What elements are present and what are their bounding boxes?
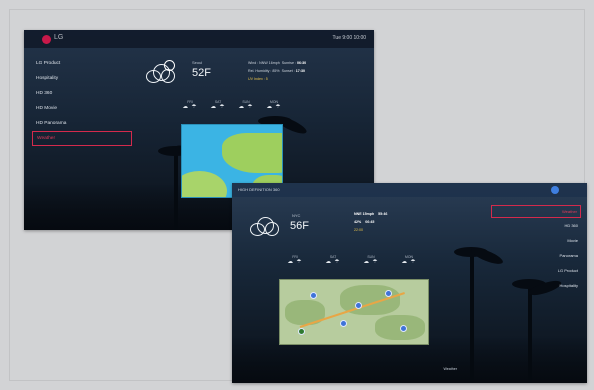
cloud-icon <box>250 216 280 236</box>
forecast-weather-icon: ☁ ☂ <box>287 259 303 265</box>
weather-detail-line-3: UV Index : 5 <box>248 77 268 81</box>
top-bar: LG Tue 9:00 10:00 <box>24 30 374 48</box>
menu-item-hospitality[interactable]: Hospitality <box>491 278 581 293</box>
screen-title: HIGH DEFINITION 360 <box>238 187 280 192</box>
side-menu: LG Product Hospitality HD 360 HD Movie H… <box>32 56 132 146</box>
brand-label: LG <box>54 34 64 41</box>
map-marker-icon[interactable] <box>385 290 392 297</box>
menu-item-hd-360[interactable]: HD 360 <box>32 86 132 101</box>
footer-label: Weather <box>443 367 457 371</box>
status-indicator-icon <box>551 186 559 194</box>
forecast-strip: FRI ☁ ☂ SAT ☁ ☂ SUN ☁ ☂ MON ☁ ☂ <box>176 100 288 110</box>
map-marker-icon[interactable] <box>310 292 317 299</box>
forecast-day: SUN ☁ ☂ <box>232 100 260 110</box>
forecast-weather-icon: ☁ ☂ <box>401 259 417 265</box>
palm-tree-icon <box>528 283 532 383</box>
current-temp: 56F <box>290 220 309 232</box>
current-temp: 52F <box>192 67 211 79</box>
menu-item-weather[interactable]: Weather <box>491 205 581 218</box>
menu-item-panorama[interactable]: Panorama <box>491 248 581 263</box>
city-name: Seoul <box>192 60 203 65</box>
forecast-day: FRI ☁ ☂ <box>276 255 314 265</box>
menu-item-weather[interactable]: Weather <box>32 131 132 146</box>
forecast-strip: FRI ☁ ☂ SAT ☁ ☂ SUN ☁ ☂ MON ☁ ☂ <box>276 255 428 265</box>
palm-tree-icon <box>174 150 178 230</box>
forecast-weather-icon: ☁ ☂ <box>210 104 226 110</box>
forecast-weather-icon: ☁ ☂ <box>266 104 282 110</box>
city-name: NYC <box>292 213 301 218</box>
side-menu: Weather HD 360 Movie Panorama LG Product… <box>491 205 581 293</box>
forecast-weather-icon: ☁ ☂ <box>325 259 341 265</box>
forecast-weather-icon: ☁ ☂ <box>363 259 379 265</box>
map-marker-icon[interactable] <box>400 325 407 332</box>
weather-detail-line-1: NNE 15mph 55:46 <box>354 212 388 216</box>
map-marker-icon[interactable] <box>340 320 347 327</box>
map-marker-icon[interactable] <box>298 328 305 335</box>
map-land <box>182 171 227 197</box>
weather-detail-line-3: 22:00 <box>354 228 363 232</box>
cloud-moon-icon <box>146 60 176 84</box>
forecast-day: SAT ☁ ☂ <box>204 100 232 110</box>
map-marker-icon[interactable] <box>355 302 362 309</box>
menu-item-lg-product[interactable]: LG Product <box>32 56 132 71</box>
menu-item-hd-movie[interactable]: HD Movie <box>32 101 132 116</box>
weather-detail-line-2: Rel. Humidity : 85% Sunset : 17:30 <box>248 69 305 73</box>
menu-item-hd-360[interactable]: HD 360 <box>491 218 581 233</box>
lg-logo-icon <box>42 35 51 44</box>
forecast-weather-icon: ☁ ☂ <box>182 104 198 110</box>
clock: Tue 9:00 10:00 <box>332 35 366 41</box>
menu-item-hd-panorama[interactable]: HD Panorama <box>32 116 132 131</box>
weather-detail-line-1: Wind : NNW 16mph Sunrise : 06:30 <box>248 61 307 65</box>
forecast-day: MON ☁ ☂ <box>260 100 288 110</box>
forecast-weather-icon: ☁ ☂ <box>238 104 254 110</box>
weather-map[interactable] <box>279 279 429 345</box>
menu-item-movie[interactable]: Movie <box>491 233 581 248</box>
weather-detail-line-2: 42% 06:45 <box>354 220 375 224</box>
forecast-day: FRI ☁ ☂ <box>176 100 204 110</box>
map-land <box>222 133 282 173</box>
top-bar: HIGH DEFINITION 360 <box>232 183 587 197</box>
menu-item-hospitality[interactable]: Hospitality <box>32 71 132 86</box>
forecast-day: MON ☁ ☂ <box>390 255 428 265</box>
palm-tree-icon <box>470 253 474 383</box>
menu-item-lg-product[interactable]: LG Product <box>491 263 581 278</box>
forecast-day: SUN ☁ ☂ <box>352 255 390 265</box>
tv-screen-detail: HIGH DEFINITION 360 NYC 56F NNE 15mph 55… <box>232 183 587 383</box>
forecast-day: SAT ☁ ☂ <box>314 255 352 265</box>
